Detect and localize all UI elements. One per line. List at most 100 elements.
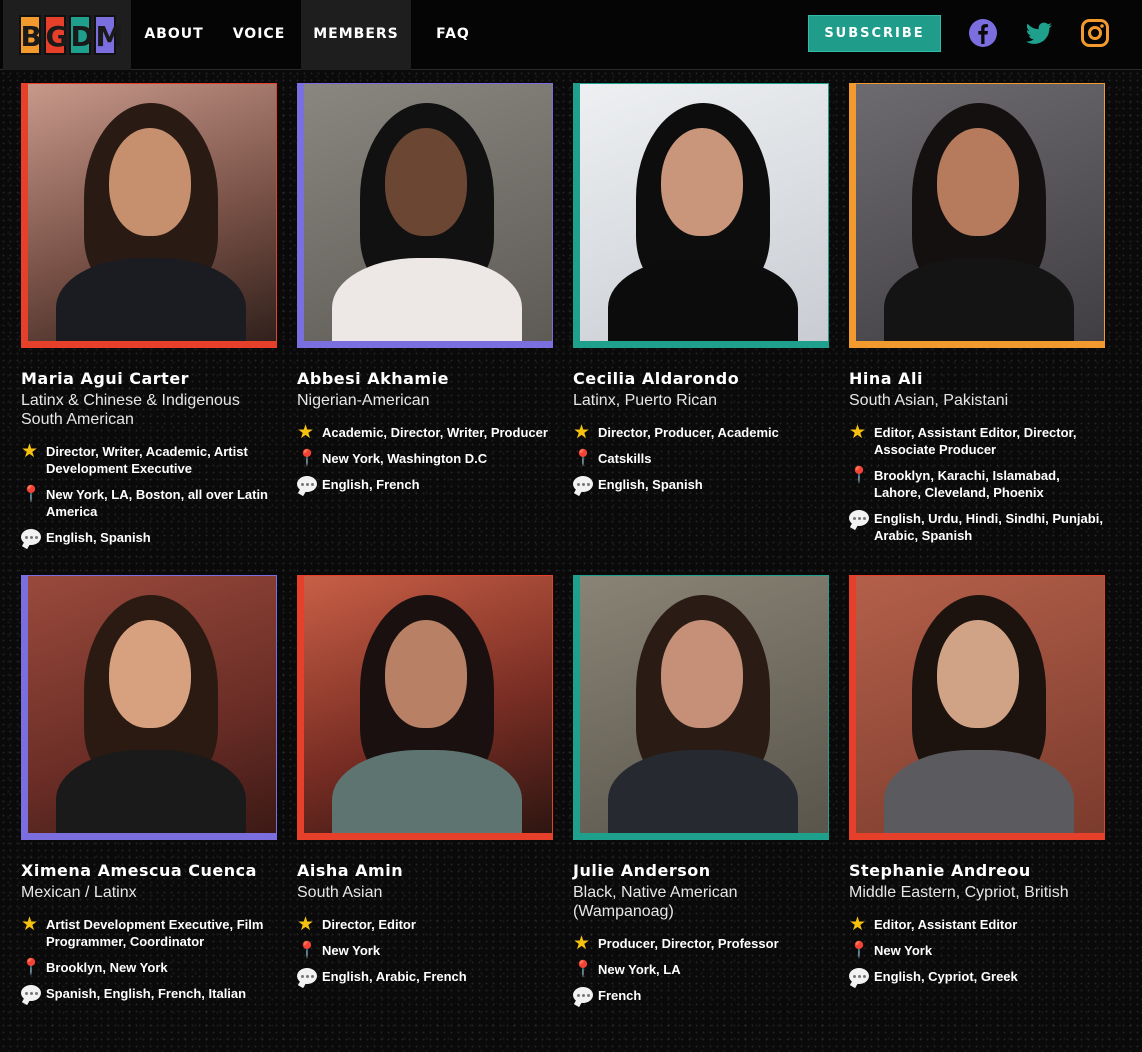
photo-frame-right	[1104, 575, 1105, 840]
member-location: New York	[874, 943, 933, 958]
member-identity: Mexican / Latinx	[21, 884, 137, 901]
speech-bubble-icon	[849, 510, 874, 530]
member-name[interactable]: Julie Anderson	[573, 858, 829, 883]
member-info: ★ Editor, Assistant Editor, Director, As…	[849, 423, 1105, 544]
photo-frame-right	[552, 575, 553, 840]
member-location: Brooklyn, New York	[46, 960, 168, 975]
photo-frame-bottom	[21, 833, 277, 840]
member-info: ★ Editor, Assistant Editor 📍 New York En…	[849, 915, 1105, 988]
member-photo[interactable]	[573, 575, 829, 840]
member-identity: Middle Eastern, Cypriot, British	[849, 884, 1069, 901]
photo-frame-left	[573, 575, 580, 840]
photo-torso	[884, 258, 1074, 348]
photo-torso	[884, 750, 1074, 840]
subscribe-button[interactable]: SUBSCRIBE	[808, 15, 941, 52]
member-languages: English, Arabic, French	[322, 969, 467, 984]
photo-frame-bottom	[573, 833, 829, 840]
speech-bubble-icon	[573, 987, 598, 1007]
speech-bubble-icon	[21, 985, 46, 1005]
logo-link[interactable]: B G D M	[3, 0, 131, 70]
member-info: ★ Artist Development Executive, Film Pro…	[21, 915, 277, 1005]
member-name[interactable]: Abbesi Akhamie	[297, 366, 553, 391]
member-card[interactable]: Hina Ali South Asian, Pakistani ★ Editor…	[849, 83, 1105, 553]
member-card[interactable]: Ximena Amescua Cuenca Mexican / Latinx ★…	[21, 575, 277, 1014]
member-languages-row: English, Spanish	[21, 529, 277, 549]
member-card[interactable]: Maria Agui Carter Latinx & Chinese & Ind…	[21, 83, 277, 558]
photo-frame-left	[849, 575, 856, 840]
member-languages: English, Cypriot, Greek	[874, 969, 1018, 984]
twitter-icon[interactable]	[1024, 18, 1054, 48]
facebook-icon[interactable]	[968, 18, 998, 48]
member-roles-row: ★ Editor, Assistant Editor, Director, As…	[849, 423, 1105, 458]
logo-letter-m: M	[93, 15, 123, 55]
instagram-icon[interactable]	[1080, 18, 1110, 48]
member-card[interactable]: Stephanie Andreou Middle Eastern, Cyprio…	[849, 575, 1105, 997]
photo-frame-left	[297, 83, 304, 348]
member-name[interactable]: Stephanie Andreou	[849, 858, 1105, 883]
member-location: Brooklyn, Karachi, Islamabad, Lahore, Cl…	[874, 468, 1060, 500]
member-languages-row: English, Urdu, Hindi, Sindhi, Punjabi, A…	[849, 510, 1105, 544]
member-card[interactable]: Abbesi Akhamie Nigerian-American ★ Acade…	[297, 83, 553, 505]
member-name[interactable]: Aisha Amin	[297, 858, 553, 883]
member-photo[interactable]	[849, 575, 1105, 840]
member-photo[interactable]	[297, 575, 553, 840]
photo-frame-top	[849, 83, 1105, 84]
member-languages: English, Spanish	[598, 477, 703, 492]
photo-frame-right	[552, 83, 553, 348]
member-languages-row: French	[573, 987, 829, 1007]
photo-frame-top	[573, 575, 829, 576]
photo-face	[661, 620, 743, 728]
speech-bubble-icon	[297, 476, 322, 496]
photo-frame-left	[297, 575, 304, 840]
member-languages: English, Spanish	[46, 530, 151, 545]
star-icon: ★	[573, 422, 591, 443]
photo-frame-bottom	[849, 341, 1105, 348]
member-info: ★ Producer, Director, Professor 📍 New Yo…	[573, 934, 829, 1007]
photo-frame-right	[828, 575, 829, 840]
photo-face	[661, 128, 743, 236]
member-card[interactable]: Aisha Amin South Asian ★ Director, Edito…	[297, 575, 553, 997]
top-navigation: B G D M ABOUT VOICE MEMBERS FAQ SUBSCRIB…	[0, 0, 1142, 70]
member-name[interactable]: Ximena Amescua Cuenca	[21, 858, 277, 883]
member-photo[interactable]	[573, 83, 829, 348]
speech-bubble-icon	[573, 476, 598, 496]
photo-frame-top	[297, 575, 553, 576]
member-languages-row: English, French	[297, 476, 553, 496]
member-photo[interactable]	[21, 83, 277, 348]
nav-faq[interactable]: FAQ	[428, 0, 478, 70]
member-roles-row: ★ Director, Producer, Academic	[573, 422, 829, 443]
photo-face	[109, 128, 191, 236]
photo-frame-right	[828, 83, 829, 348]
member-name[interactable]: Cecilia Aldarondo	[573, 366, 829, 391]
member-location-row: 📍 New York, Washington D.C	[297, 450, 553, 467]
member-location: New York, LA, Boston, all over Latin Ame…	[46, 487, 269, 519]
member-languages: English, French	[322, 477, 420, 492]
photo-frame-top	[573, 83, 829, 84]
speech-bubble-icon	[297, 968, 322, 988]
member-location-row: 📍 New York	[297, 942, 553, 959]
member-languages: French	[598, 988, 642, 1003]
member-photo[interactable]	[297, 83, 553, 348]
speech-bubble-icon	[849, 968, 874, 988]
nav-voice[interactable]: VOICE	[226, 0, 292, 70]
photo-frame-right	[1104, 83, 1105, 348]
photo-frame-bottom	[849, 833, 1105, 840]
nav-members[interactable]: MEMBERS	[301, 0, 411, 70]
member-card[interactable]: Julie Anderson Black, Native American (W…	[573, 575, 829, 1016]
member-card[interactable]: Cecilia Aldarondo Latinx, Puerto Rican ★…	[573, 83, 829, 505]
photo-frame-right	[276, 575, 277, 840]
member-languages-row: English, Arabic, French	[297, 968, 553, 988]
nav-about[interactable]: ABOUT	[140, 0, 208, 70]
member-photo[interactable]	[21, 575, 277, 840]
member-info: ★ Director, Editor 📍 New York English, A…	[297, 915, 553, 988]
photo-face	[109, 620, 191, 728]
member-name[interactable]: Maria Agui Carter	[21, 366, 277, 391]
photo-frame-top	[297, 83, 553, 84]
member-photo[interactable]	[849, 83, 1105, 348]
member-name[interactable]: Hina Ali	[849, 366, 1105, 391]
member-languages-row: Spanish, English, French, Italian	[21, 985, 277, 1005]
member-location: New York	[322, 943, 381, 958]
member-info: ★ Director, Writer, Academic, Artist Dev…	[21, 442, 277, 549]
member-location-row: 📍 New York	[849, 942, 1105, 959]
member-roles: Director, Writer, Academic, Artist Devel…	[46, 444, 248, 476]
